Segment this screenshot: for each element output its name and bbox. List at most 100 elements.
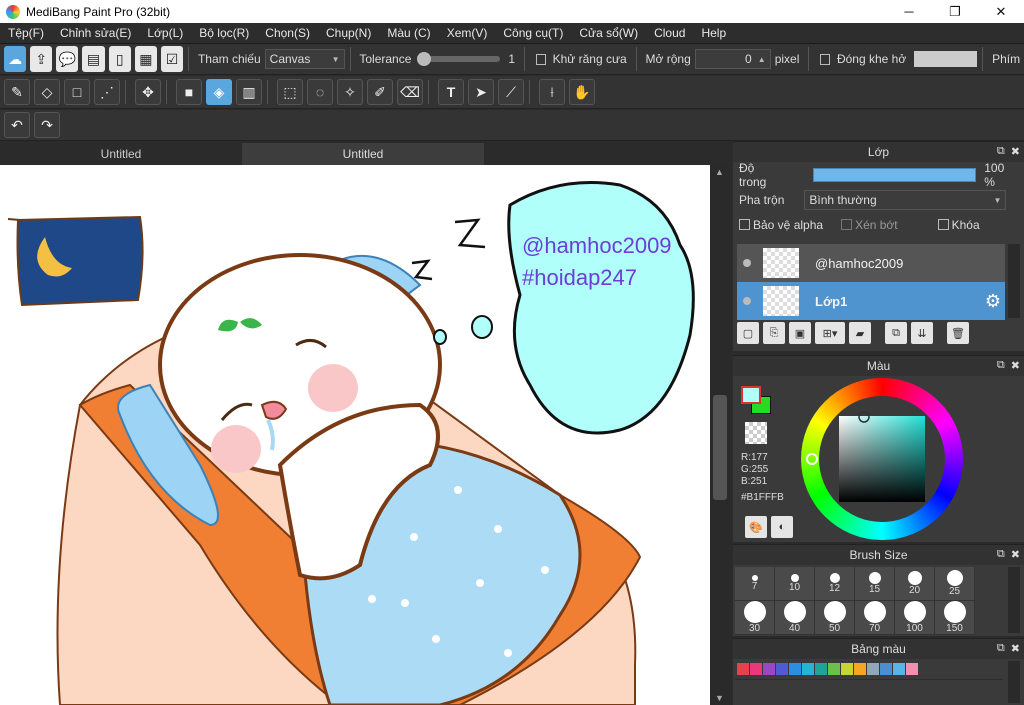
gradient-tool-icon[interactable]: ▥	[236, 79, 262, 105]
menu-file[interactable]: Tệp(F)	[0, 26, 52, 40]
brush-size-cell[interactable]: 40	[775, 601, 815, 635]
menu-color[interactable]: Màu (C)	[379, 26, 438, 40]
brush-size-cell[interactable]: 25	[935, 567, 975, 601]
opacity-slider[interactable]	[812, 167, 977, 182]
cloud-icon[interactable]: ☁	[4, 46, 27, 72]
brush-size-cell[interactable]: 15	[855, 567, 895, 601]
maximize-button[interactable]: ❐	[932, 0, 978, 23]
checklist-icon[interactable]: ☑	[160, 46, 184, 72]
tab-untitled-2[interactable]: Untitled	[242, 143, 484, 165]
scroll-down-icon[interactable]: ▼	[715, 693, 724, 703]
transparent-color-swatch[interactable]	[745, 422, 767, 444]
menu-snap[interactable]: Chụp(N)	[318, 26, 379, 40]
clipping-checkbox[interactable]	[841, 219, 853, 230]
redo-icon[interactable]: ↷	[34, 112, 60, 138]
brush-tool-icon[interactable]: ✎	[4, 79, 30, 105]
layer-item[interactable]: Lớp1 ⚙	[737, 282, 1005, 320]
brush-size-cell[interactable]: 7	[735, 567, 775, 601]
fill-rectangle-icon[interactable]: ■	[176, 79, 202, 105]
protect-alpha-checkbox[interactable]	[739, 219, 750, 230]
palette-color-swatch[interactable]	[737, 663, 749, 675]
reference-select[interactable]: Canvas ▼	[264, 49, 345, 69]
shortcut-label[interactable]: Phím	[992, 52, 1020, 66]
eraser-tool-icon[interactable]: ◇	[34, 79, 60, 105]
menu-select[interactable]: Chọn(S)	[257, 26, 318, 40]
brush-size-cell[interactable]: 10	[775, 567, 815, 601]
brush-size-cell[interactable]: 50	[815, 601, 855, 635]
close-button[interactable]: ✕	[978, 0, 1024, 23]
palette-color-swatch[interactable]	[841, 663, 853, 675]
lock-checkbox[interactable]	[937, 219, 949, 230]
share-icon[interactable]: ⇪	[30, 46, 53, 72]
antialias-checkbox[interactable]	[535, 53, 546, 65]
palette-color-swatch[interactable]	[763, 663, 775, 675]
hand-tool-icon[interactable]: ✋	[569, 79, 595, 105]
select-eraser-icon[interactable]: ⌫	[397, 79, 423, 105]
palette-icon[interactable]: 🎨	[745, 516, 767, 538]
copy-layer-icon[interactable]: ⎘	[763, 322, 785, 344]
gear-icon[interactable]: ⚙	[985, 291, 1001, 312]
select-rect-icon[interactable]: ⬚	[277, 79, 303, 105]
select-pen-icon[interactable]: ✐	[367, 79, 393, 105]
bucket-tool-icon[interactable]: ◈	[206, 79, 232, 105]
menu-help[interactable]: Help	[693, 26, 734, 40]
close-panel-icon[interactable]: ✖	[1011, 359, 1020, 372]
brush-size-cell[interactable]: 20	[895, 567, 935, 601]
trash-icon[interactable]: 🗑	[947, 322, 969, 344]
divide-tool-icon[interactable]: ⟋	[498, 79, 524, 105]
close-gap-checkbox[interactable]	[820, 53, 830, 65]
visibility-icon[interactable]	[743, 297, 751, 305]
add-layer-menu-icon[interactable]: ⊞▾	[815, 322, 845, 344]
eyedropper-icon[interactable]: ⟊	[539, 79, 565, 105]
undock-icon[interactable]: ⧉	[997, 359, 1005, 372]
tolerance-slider[interactable]	[417, 52, 501, 66]
expand-stepper[interactable]: 0 ▲	[694, 49, 771, 69]
palette-color-swatch[interactable]	[750, 663, 762, 675]
close-panel-icon[interactable]: ✖	[1011, 548, 1020, 561]
comment-icon[interactable]: 💬	[56, 46, 79, 72]
palette-color-swatch[interactable]	[906, 663, 918, 675]
menu-edit[interactable]: Chỉnh sửa(E)	[52, 26, 139, 40]
layer-item[interactable]: @hamhoc2009	[737, 244, 1005, 282]
palette-color-swatch[interactable]	[880, 663, 892, 675]
color-wheel[interactable]	[801, 378, 963, 540]
close-gap-slider[interactable]	[914, 51, 978, 67]
palette-color-swatch[interactable]	[815, 663, 827, 675]
undock-icon[interactable]: ⧉	[997, 548, 1005, 561]
tab-untitled-1[interactable]: Untitled	[0, 143, 242, 165]
brush-size-cell[interactable]: 150	[935, 601, 975, 635]
menu-tools[interactable]: Công cụ(T)	[495, 26, 571, 40]
menu-layer[interactable]: Lớp(L)	[139, 26, 191, 40]
scroll-up-icon[interactable]: ▲	[715, 167, 724, 177]
text-tool-icon[interactable]: T	[438, 79, 464, 105]
palette-color-swatch[interactable]	[854, 663, 866, 675]
palette-color-swatch[interactable]	[802, 663, 814, 675]
move-tool-icon[interactable]: ✥	[135, 79, 161, 105]
rectangle-tool-icon[interactable]: □	[64, 79, 90, 105]
dot-tool-icon[interactable]: ⋰	[94, 79, 120, 105]
palette-color-swatch[interactable]	[867, 663, 879, 675]
palette-color-swatch[interactable]	[789, 663, 801, 675]
drawing-canvas[interactable]: @hamhoc2009 #hoidap247	[0, 165, 710, 705]
scroll-thumb[interactable]	[713, 395, 727, 500]
visibility-icon[interactable]	[743, 259, 751, 267]
new-layer-icon[interactable]: ▢	[737, 322, 759, 344]
new-8bit-layer-icon[interactable]: ▣	[789, 322, 811, 344]
menu-window[interactable]: Cửa sổ(W)	[571, 26, 646, 40]
palette-color-swatch[interactable]	[893, 663, 905, 675]
brush-size-cell[interactable]: 100	[895, 601, 935, 635]
brush-size-cell[interactable]: 70	[855, 601, 895, 635]
menu-filter[interactable]: Bộ lọc(R)	[191, 26, 257, 40]
magic-wand-icon[interactable]: ✧	[337, 79, 363, 105]
undock-icon[interactable]: ⧉	[997, 642, 1005, 655]
slider-knob[interactable]	[417, 52, 432, 66]
lasso-icon[interactable]: ◌	[307, 79, 333, 105]
palette-color-swatch[interactable]	[776, 663, 788, 675]
close-panel-icon[interactable]: ✖	[1011, 145, 1020, 158]
layer-scrollbar[interactable]	[1008, 244, 1020, 318]
merge-layer-icon[interactable]: ⇊	[911, 322, 933, 344]
undo-icon[interactable]: ↶	[4, 112, 30, 138]
color-settings-icon[interactable]: ◐	[771, 516, 793, 538]
close-panel-icon[interactable]: ✖	[1011, 642, 1020, 655]
folder-icon[interactable]: ▰	[849, 322, 871, 344]
